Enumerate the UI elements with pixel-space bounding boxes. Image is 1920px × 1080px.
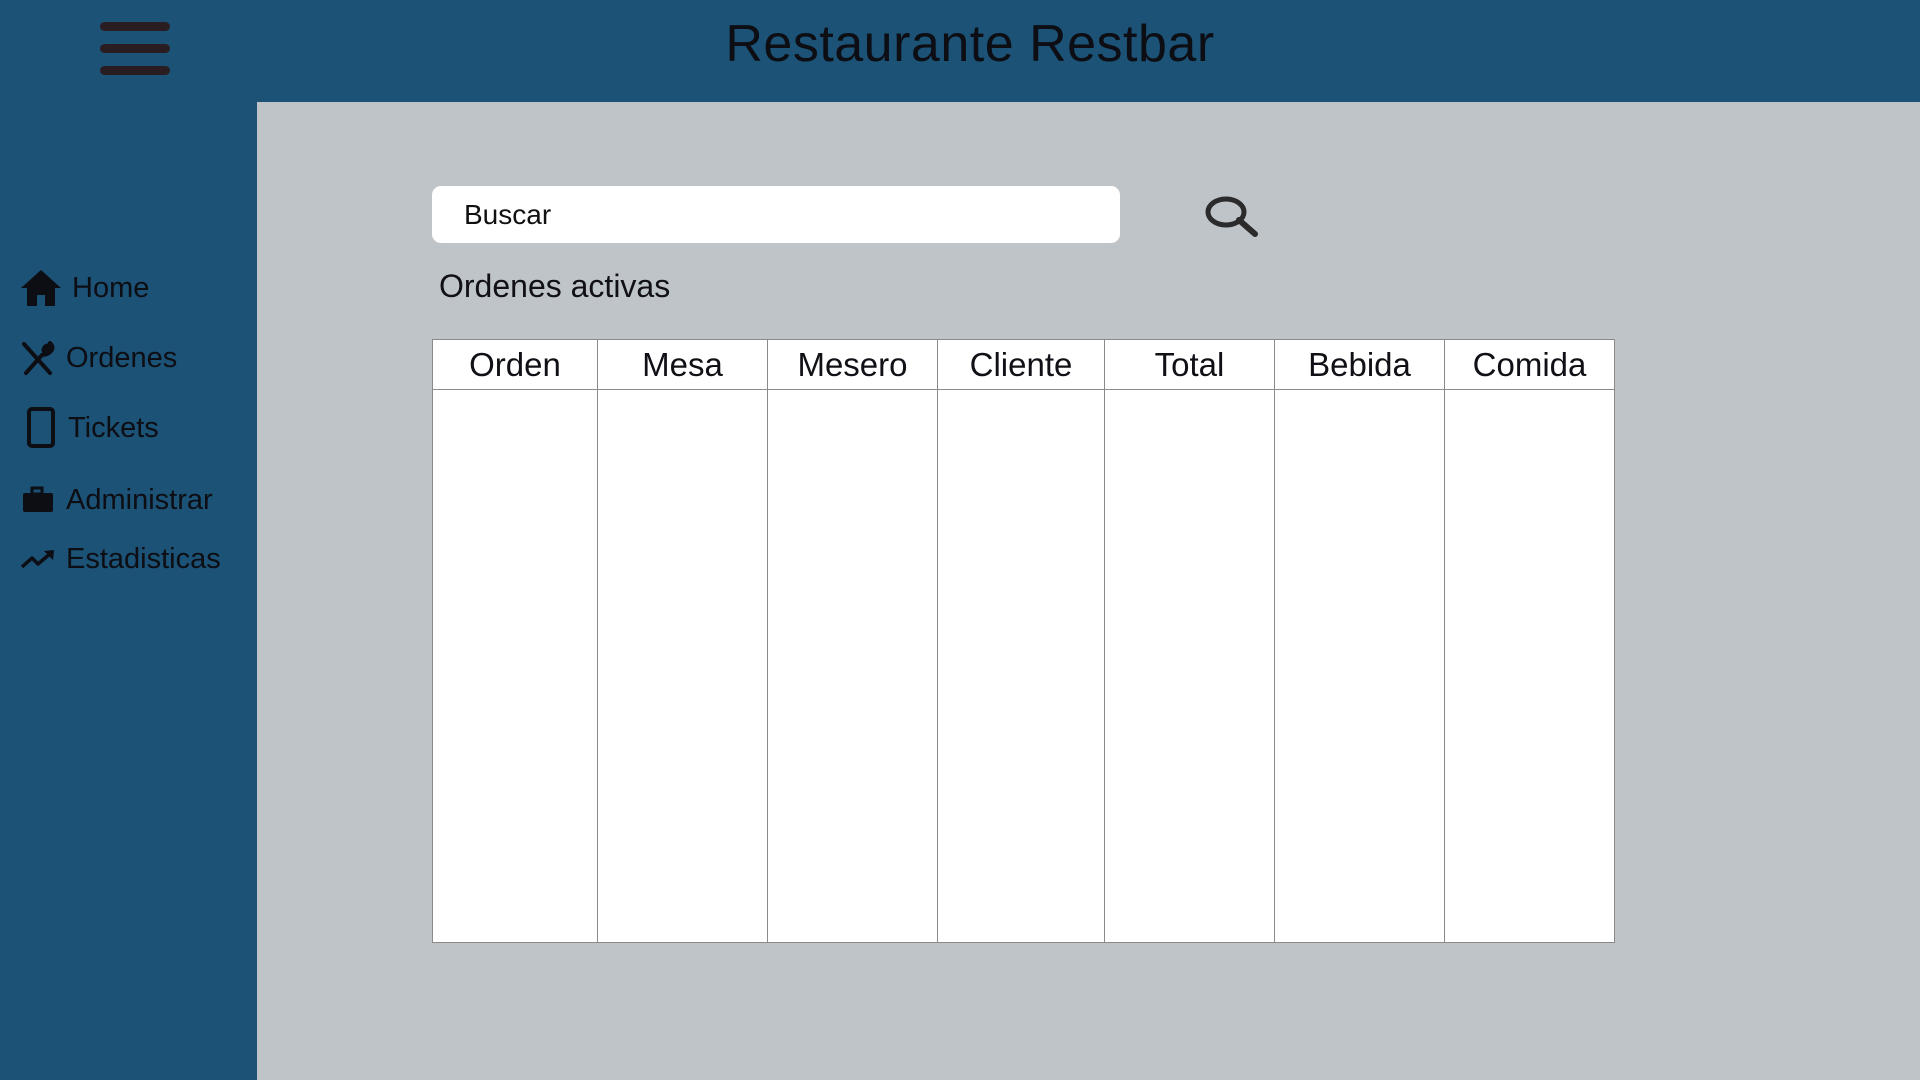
tablet-icon xyxy=(20,407,62,449)
sidebar-item-label: Estadisticas xyxy=(66,542,221,575)
sidebar-item-estadisticas[interactable]: Estadisticas xyxy=(20,537,221,581)
sidebar-item-administrar[interactable]: Administrar xyxy=(20,478,213,522)
sidebar-item-label: Home xyxy=(72,271,150,304)
sidebar-item-home[interactable]: Home xyxy=(20,266,149,310)
home-icon xyxy=(20,267,62,309)
app-title: Restaurante Restbar xyxy=(725,15,1215,73)
table-cell xyxy=(1274,389,1445,943)
search-icon[interactable] xyxy=(1200,186,1264,248)
column-header-bebida[interactable]: Bebida xyxy=(1274,339,1445,390)
sidebar-item-ordenes[interactable]: Ordenes xyxy=(20,336,177,380)
utensils-icon xyxy=(20,337,62,379)
table-cell xyxy=(597,389,768,943)
table-cell xyxy=(937,389,1105,943)
table-cell xyxy=(767,389,938,943)
table-row-empty xyxy=(432,389,1615,943)
column-header-comida[interactable]: Comida xyxy=(1444,339,1615,390)
column-header-total[interactable]: Total xyxy=(1104,339,1275,390)
search-input[interactable] xyxy=(462,194,1026,236)
column-header-mesero[interactable]: Mesero xyxy=(767,339,938,390)
orders-table: Orden Mesa Mesero Cliente Total Bebida C… xyxy=(432,339,1615,943)
section-title: Ordenes activas xyxy=(439,268,671,304)
main-content: Ordenes activas Orden Mesa Mesero Client… xyxy=(257,102,1920,1080)
table-cell xyxy=(1104,389,1275,943)
trending-up-icon xyxy=(20,538,62,580)
column-header-mesa[interactable]: Mesa xyxy=(597,339,768,390)
sidebar-item-label: Tickets xyxy=(68,411,159,444)
table-header-row: Orden Mesa Mesero Cliente Total Bebida C… xyxy=(432,339,1615,390)
sidebar: Home Ordenes Tickets Administrar Estadis… xyxy=(0,102,257,1080)
search-bar xyxy=(432,186,1258,243)
table-cell xyxy=(1444,389,1615,943)
column-header-cliente[interactable]: Cliente xyxy=(937,339,1105,390)
sidebar-item-label: Ordenes xyxy=(66,341,178,374)
table-cell xyxy=(432,389,598,943)
sidebar-item-label: Administrar xyxy=(66,483,213,516)
briefcase-icon xyxy=(20,479,62,521)
column-header-orden[interactable]: Orden xyxy=(432,339,598,390)
sidebar-item-tickets[interactable]: Tickets xyxy=(20,406,159,450)
top-bar: Restaurante Restbar xyxy=(0,0,1920,102)
